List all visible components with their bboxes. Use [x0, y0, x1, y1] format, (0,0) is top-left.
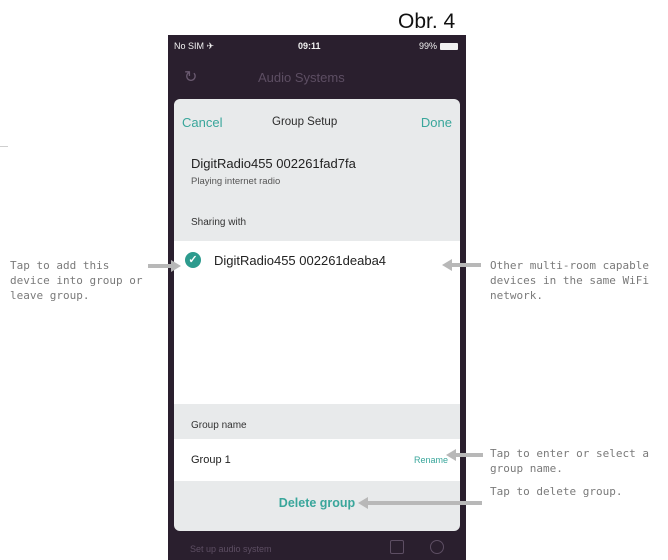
arrow-right-icon — [171, 260, 181, 272]
rename-button[interactable]: Rename — [414, 455, 448, 465]
sheet-header: Cancel Group Setup Done — [174, 99, 460, 143]
sharing-list-item[interactable]: ✓ DigitRadio455 002261deaba4 — [174, 241, 460, 279]
device-status: Playing internet radio — [191, 176, 281, 187]
phone-screen: No SIM ✈ 09:11 99% ↻ Audio Systems Cance… — [168, 35, 466, 560]
battery-indicator: 99% — [419, 41, 458, 51]
cancel-button[interactable]: Cancel — [182, 115, 222, 130]
sharing-list: ✓ DigitRadio455 002261deaba4 — [174, 241, 460, 404]
annotation-other-devices: Other multi-room capable devices in the … — [490, 259, 649, 302]
edge-mark — [0, 146, 8, 147]
sharing-device-name: DigitRadio455 002261deaba4 — [214, 253, 387, 268]
group-name-section-label: Group name — [191, 420, 247, 431]
annotation-add-device: Tap to add this device into group or lea… — [10, 259, 143, 302]
settings-icon[interactable] — [430, 540, 444, 554]
group-name-row[interactable]: Group 1 Rename — [174, 439, 460, 481]
clock: 09:11 — [298, 41, 321, 51]
battery-icon — [440, 42, 458, 50]
carrier-label: No SIM ✈ — [174, 41, 215, 51]
bottom-bar: Set up audio system — [168, 535, 466, 560]
info-icon[interactable] — [390, 540, 404, 554]
battery-percent: 99% — [418, 41, 437, 51]
status-bar: No SIM ✈ 09:11 99% — [168, 35, 466, 57]
annotation-group-name: Tap to enter or select a group name. — [490, 447, 649, 475]
background-title: Audio Systems — [258, 70, 345, 85]
annotation-delete-group: Tap to delete group. — [490, 485, 623, 498]
figure-label: Obr. 4 — [398, 10, 456, 33]
group-setup-sheet: Cancel Group Setup Done DigitRadio455 00… — [174, 99, 460, 531]
checkmark-icon[interactable]: ✓ — [185, 252, 201, 268]
setup-audio-system-link[interactable]: Set up audio system — [190, 544, 272, 554]
group-name-value: Group 1 — [191, 454, 231, 466]
refresh-icon[interactable]: ↻ — [184, 67, 197, 87]
arrow-shaft-delete — [367, 501, 482, 505]
sheet-title: Group Setup — [272, 116, 338, 128]
arrow-shaft-devices — [451, 263, 481, 267]
arrow-shaft-group-name — [455, 453, 483, 457]
device-name: DigitRadio455 002261fad7fa — [191, 156, 356, 171]
arrow-shaft-left — [148, 264, 172, 268]
done-button[interactable]: Done — [421, 115, 452, 130]
background-header: ↻ Audio Systems — [168, 57, 466, 97]
sharing-section-label: Sharing with — [191, 217, 247, 228]
